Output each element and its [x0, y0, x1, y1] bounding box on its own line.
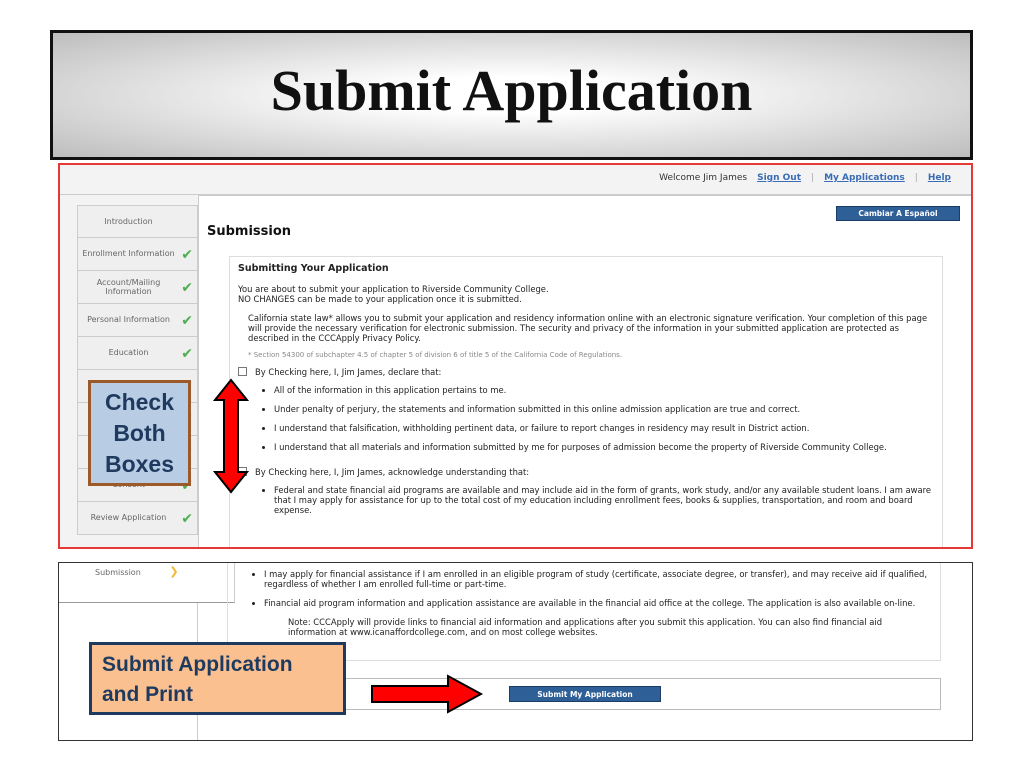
sidebar-item[interactable]: Introduction: [77, 205, 198, 238]
declare-item: Under penalty of perjury, the statements…: [274, 404, 934, 414]
callout-line: Check: [104, 389, 175, 415]
checkmark-icon: ✔: [181, 511, 193, 527]
page-heading: Submission: [207, 224, 292, 239]
separator: |: [914, 173, 918, 183]
sidebar-item[interactable]: Personal Information ✔: [77, 304, 198, 337]
spanish-language-button[interactable]: Cambiar A Español: [836, 206, 960, 221]
sidebar-item-submission[interactable]: Submission ❯: [59, 563, 235, 603]
main-panel: Submission Cambiar A Español Submitting …: [198, 195, 971, 547]
sidebar-item-label: Personal Information: [87, 315, 170, 325]
slide-title-banner: Submit Application: [50, 30, 973, 160]
callout-line: Submit Application: [102, 653, 293, 676]
acknowledge-item: Financial aid program information and ap…: [264, 598, 940, 608]
welcome-text: Welcome Jim James: [659, 173, 748, 183]
sidebar-item-label: Introduction: [104, 216, 153, 226]
intro-warning: NO CHANGES can be made to your applicati…: [238, 294, 522, 305]
acknowledge-item: Federal and state financial aid programs…: [274, 485, 934, 515]
slide-title: Submit Application: [270, 57, 753, 123]
intro-text: You are about to submit your application…: [238, 284, 549, 295]
top-bar: Welcome Jim James Sign Out | My Applicat…: [60, 165, 971, 195]
sidebar-item[interactable]: Education ✔: [77, 337, 198, 370]
declare-checkbox[interactable]: [238, 367, 247, 377]
check-both-boxes-callout: Check Both Boxes: [88, 380, 191, 486]
sidebar-item[interactable]: Enrollment Information ✔: [77, 238, 198, 271]
acknowledge-label: By Checking here, I, Jim James, acknowle…: [255, 466, 530, 477]
sidebar-item-label: Education: [108, 348, 149, 358]
submit-application-button[interactable]: Submit My Application: [509, 686, 661, 702]
my-applications-link[interactable]: My Applications: [824, 173, 905, 183]
sidebar-item[interactable]: Account/Mailing Information ✔: [77, 271, 198, 304]
sidebar-item-label: Submission: [95, 568, 141, 577]
screenshot-top: Welcome Jim James Sign Out | My Applicat…: [58, 163, 973, 549]
financial-aid-note: Note: CCCApply will provide links to fin…: [288, 617, 883, 638]
right-arrow-icon: [371, 674, 484, 714]
declare-list: All of the information in this applicati…: [274, 385, 934, 452]
separator: |: [811, 173, 815, 183]
double-arrow-icon: [213, 378, 249, 494]
sidebar-item[interactable]: Review Application ✔: [77, 502, 198, 535]
help-link[interactable]: Help: [928, 173, 951, 183]
sidebar-item-label: Enrollment Information: [82, 249, 175, 259]
current-step-chevron-icon: ❯: [169, 565, 179, 578]
checkmark-icon: ✔: [181, 247, 193, 263]
sidebar-item-label: Review Application: [90, 513, 167, 523]
checkmark-icon: ✔: [181, 346, 193, 362]
declare-item: I understand that falsification, withhol…: [274, 423, 934, 433]
checkmark-icon: ✔: [181, 313, 193, 329]
callout-line: and Print: [102, 683, 194, 706]
section-title: Submitting Your Application: [238, 263, 389, 274]
checkmark-icon: ✔: [181, 280, 193, 296]
law-text: California state law* allows you to subm…: [248, 312, 928, 343]
acknowledge-item: I may apply for financial assistance if …: [264, 569, 940, 589]
sign-out-link[interactable]: Sign Out: [757, 173, 801, 183]
submission-box: Submitting Your Application You are abou…: [229, 256, 943, 547]
sidebar-item-label: Account/Mailing Information: [96, 277, 161, 296]
callout-line: Both: [113, 420, 166, 446]
declare-item: I understand that all materials and info…: [274, 442, 934, 452]
declare-item: All of the information in this applicati…: [274, 385, 934, 395]
submit-and-print-callout: Submit Application and Print: [89, 642, 346, 715]
footnote: * Section 54300 of subchapter 4.5 of cha…: [248, 350, 623, 359]
callout-line: Boxes: [104, 451, 175, 477]
declare-label: By Checking here, I, Jim James, declare …: [255, 367, 442, 378]
